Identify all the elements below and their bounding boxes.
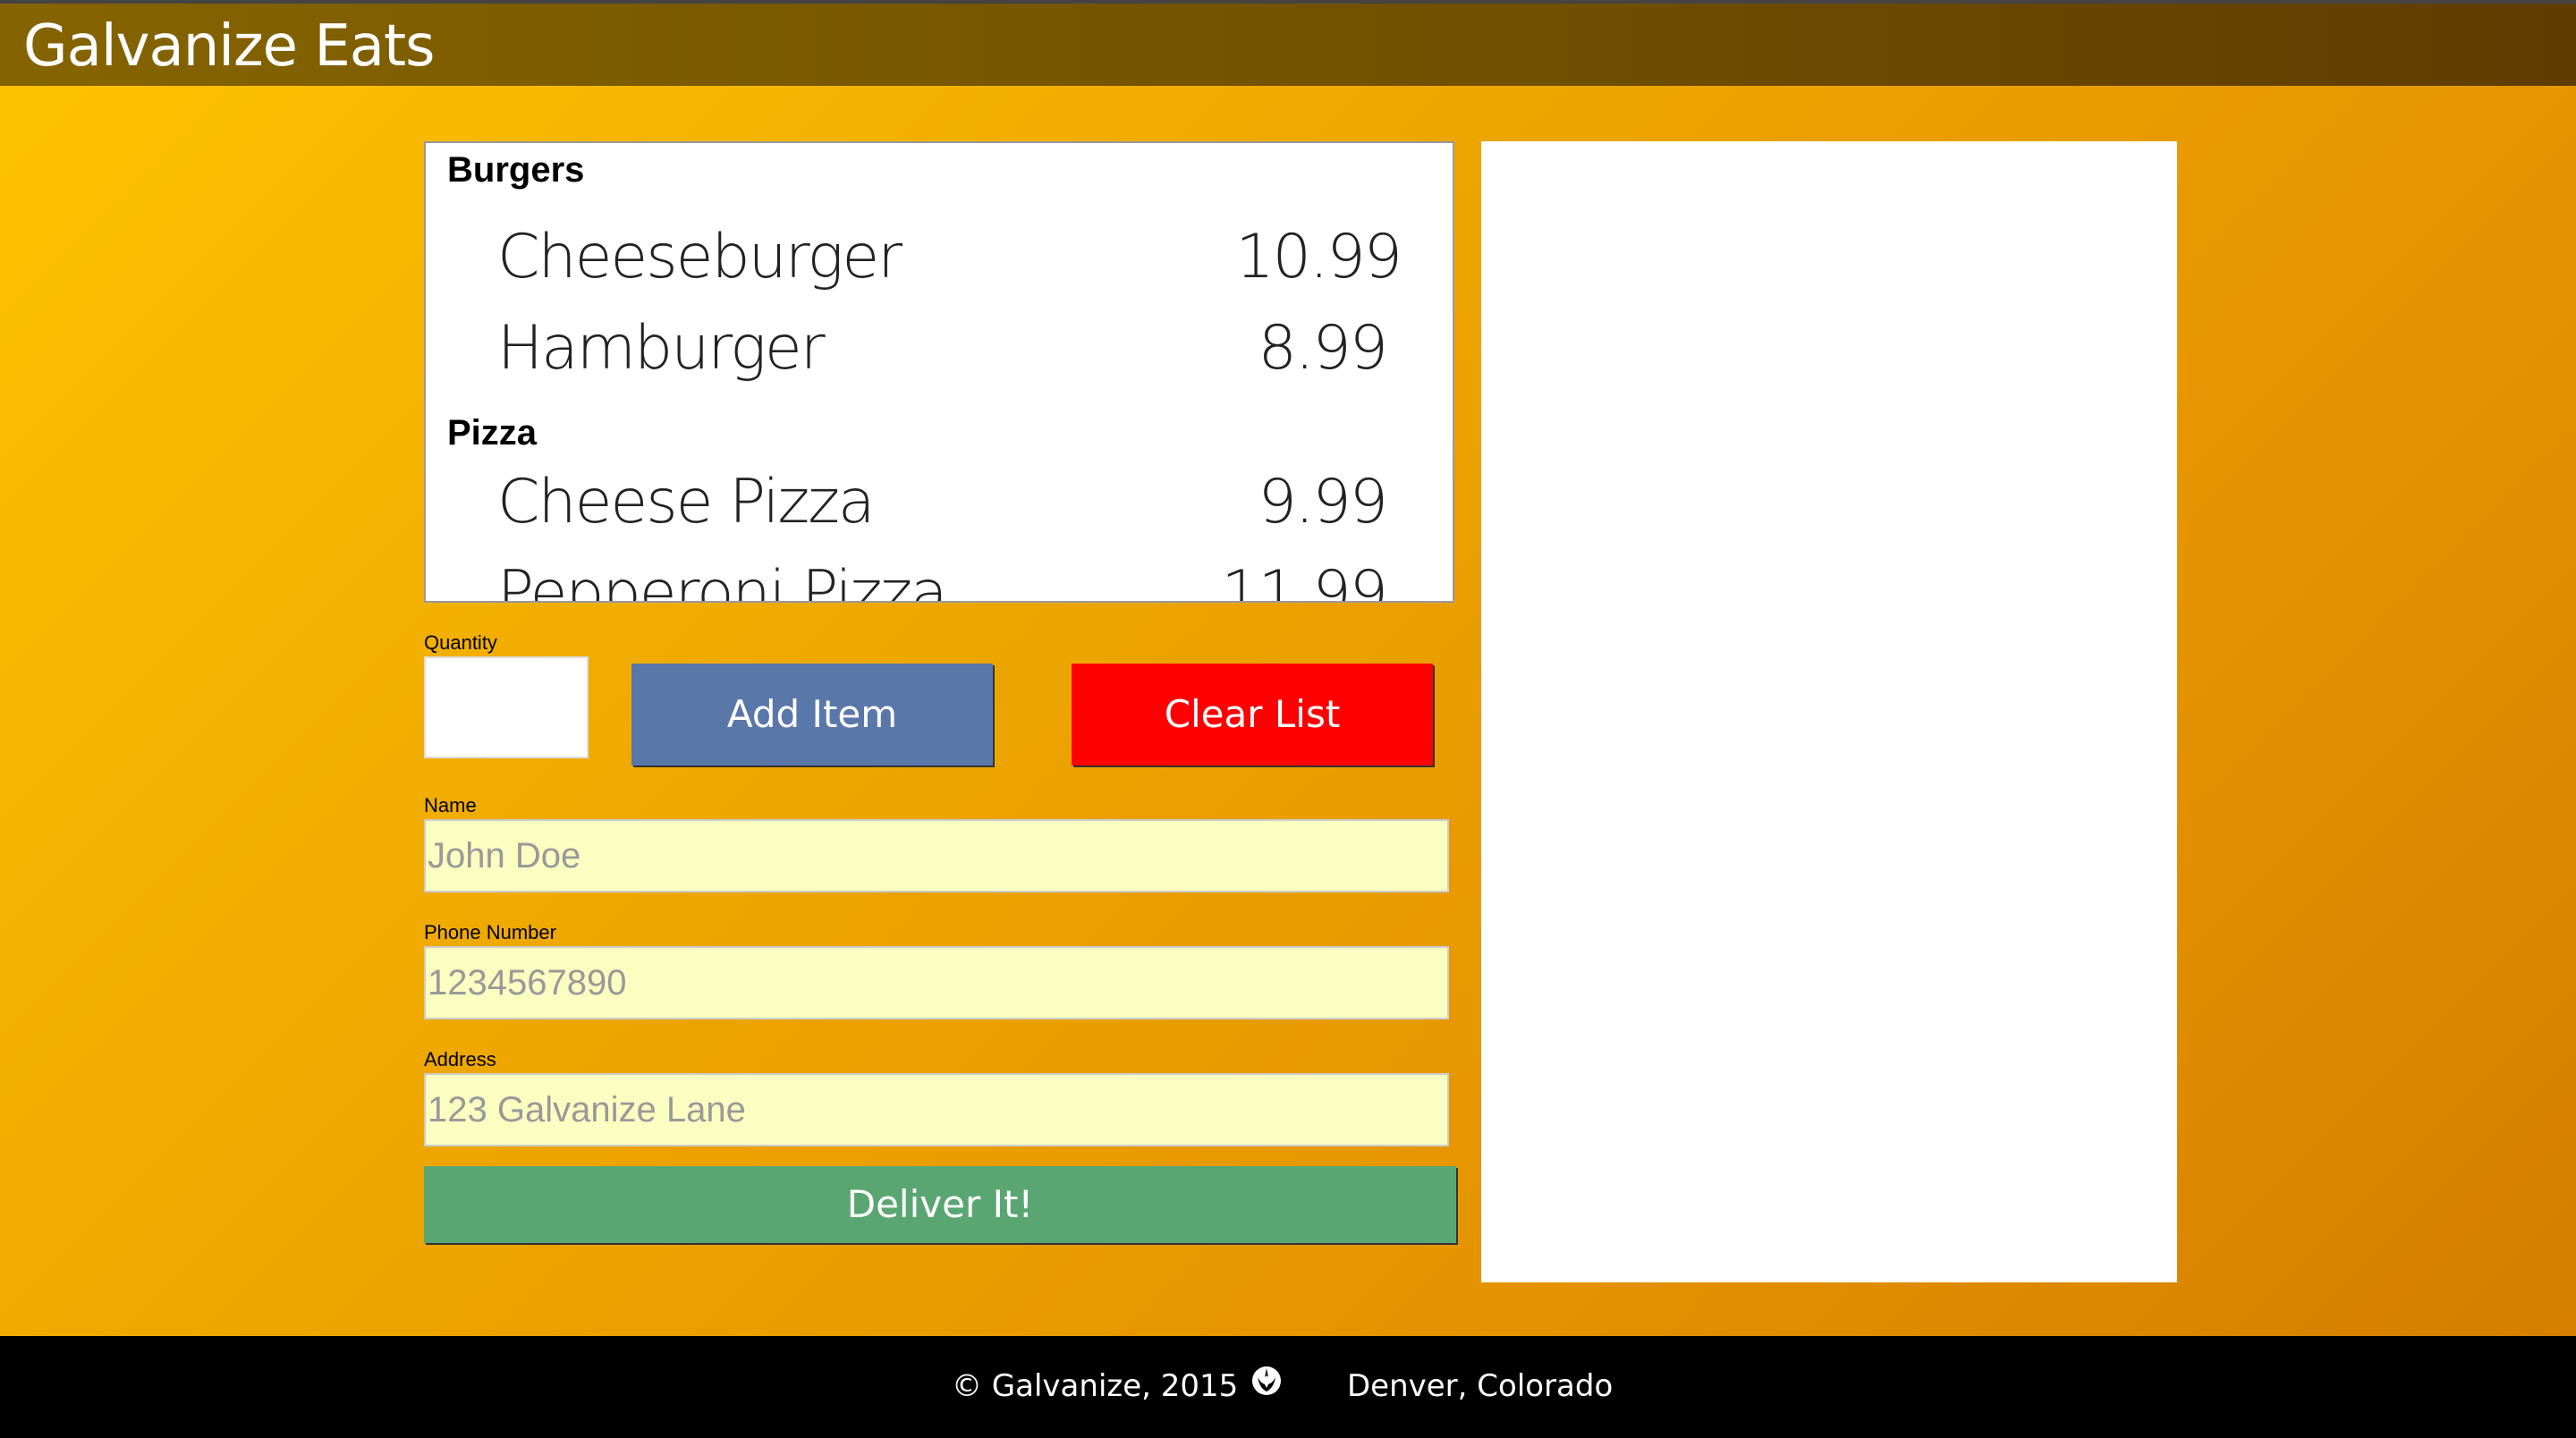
footer: © Galvanize, 2015 Denver, Colorado <box>0 1336 2576 1438</box>
menu-group-pizza: Pizza <box>447 413 538 453</box>
rebel-alliance-icon <box>1250 1365 1283 1397</box>
menu-item-cheese-pizza[interactable]: Cheese Pizza 9.99 <box>497 467 1401 537</box>
address-field[interactable]: 123 Galvanize Lane <box>424 1073 1449 1146</box>
menu-item-name: Pepperoni Pizza <box>497 558 948 603</box>
order-summary-panel <box>1481 141 2177 1282</box>
menu-item-cheeseburger[interactable]: Cheeseburger 10.99 <box>497 222 1402 292</box>
phone-label: Phone Number <box>424 921 556 943</box>
copyright-text: © Galvanize, 2015 <box>952 1368 1239 1404</box>
app-header: Galvanize Eats <box>0 0 2576 86</box>
address-label: Address <box>424 1048 496 1070</box>
quantity-label: Quantity <box>424 631 497 654</box>
deliver-button[interactable]: Deliver It! <box>424 1166 1456 1243</box>
clear-list-button[interactable]: Clear List <box>1072 664 1433 766</box>
name-field[interactable]: John Doe <box>424 819 1449 892</box>
menu-group-burgers: Burgers <box>447 150 585 190</box>
add-item-button[interactable]: Add Item <box>631 664 993 766</box>
quantity-input[interactable] <box>424 656 589 758</box>
app-title: Galvanize Eats <box>23 13 435 80</box>
menu-item-price: 11.99 <box>1221 558 1388 603</box>
menu-item-price: 9.99 <box>1258 467 1388 537</box>
menu-item-name: Hamburger <box>497 313 826 384</box>
menu-item-name: Cheeseburger <box>497 222 902 292</box>
menu-list[interactable]: Burgers Cheeseburger 10.99 Hamburger 8.9… <box>424 141 1454 603</box>
menu-item-hamburger[interactable]: Hamburger 8.99 <box>497 313 1401 384</box>
phone-field[interactable]: 1234567890 <box>424 946 1449 1019</box>
menu-item-pepperoni-pizza[interactable]: Pepperoni Pizza 11.99 <box>497 558 1401 603</box>
location-text: Denver, Colorado <box>1347 1368 1614 1404</box>
menu-item-price: 8.99 <box>1258 313 1388 384</box>
menu-item-name: Cheese Pizza <box>497 467 876 537</box>
menu-item-price: 10.99 <box>1235 222 1402 292</box>
name-label: Name <box>424 794 477 816</box>
